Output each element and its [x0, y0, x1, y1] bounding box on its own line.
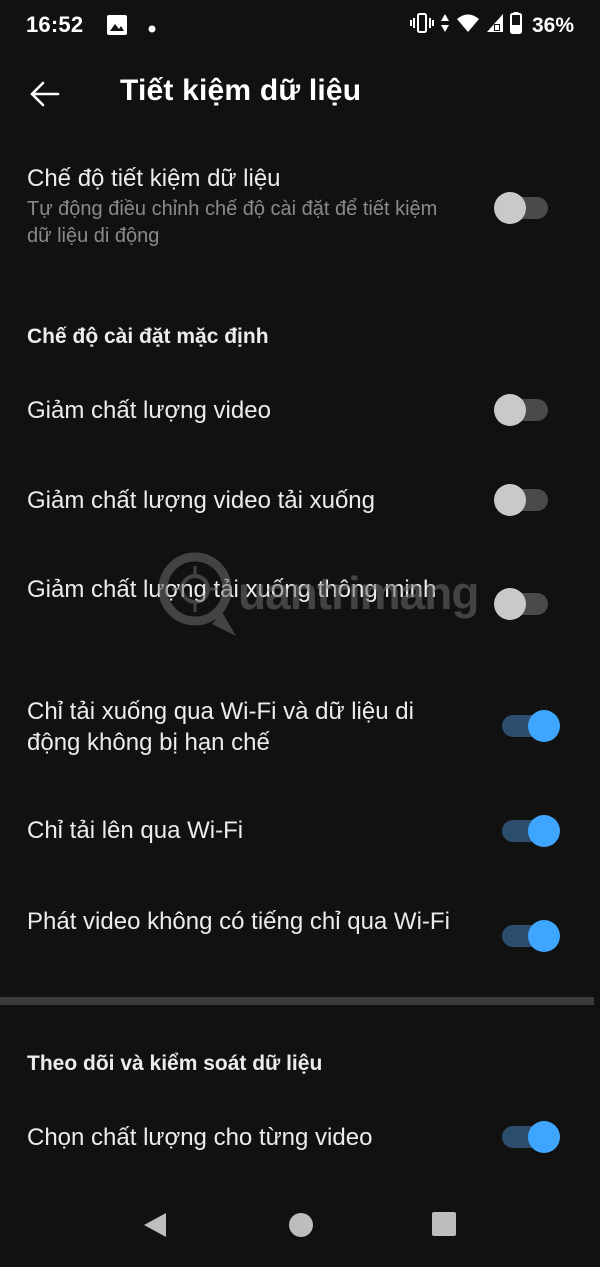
setting-label: Chỉ tải xuống qua Wi-Fi và dữ liệu di độ… — [27, 698, 414, 756]
status-right: 36% — [409, 12, 574, 39]
smart-download-quality-toggle[interactable] — [494, 584, 560, 624]
reduce-video-quality-toggle[interactable] — [494, 390, 560, 430]
battery-icon — [509, 12, 522, 39]
section-header-default-settings: Chế độ cài đặt mặc định — [27, 325, 269, 348]
navigation-bar — [0, 1180, 600, 1267]
data-saver-row[interactable]: Chế độ tiết kiệm dữ liệu Tự động điều ch… — [0, 160, 600, 260]
setting-row-upload-wifi-only[interactable]: Chỉ tải lên qua Wi-Fi — [0, 800, 600, 860]
setting-label: Chọn chất lượng cho từng video — [27, 1124, 373, 1151]
upload-wifi-only-toggle[interactable] — [494, 811, 560, 851]
back-triangle-icon[interactable] — [140, 1210, 170, 1245]
setting-label: Chỉ tải lên qua Wi-Fi — [27, 817, 244, 844]
page-title: Tiết kiệm dữ liệu — [120, 74, 362, 107]
per-video-quality-toggle[interactable] — [494, 1117, 560, 1157]
recents-square-icon[interactable] — [430, 1210, 458, 1243]
dot-icon — [148, 20, 156, 38]
home-circle-icon[interactable] — [286, 1210, 316, 1245]
section-header-monitor-data: Theo dõi và kiểm soát dữ liệu — [27, 1052, 323, 1075]
setting-row-reduce-download-quality[interactable]: Giảm chất lượng video tải xuống — [0, 470, 600, 530]
status-time: 16:52 — [26, 12, 84, 37]
setting-label: Giảm chất lượng video — [27, 397, 271, 424]
wifi-icon — [456, 13, 480, 38]
data-saver-description: Tự động điều chỉnh chế độ cài đặt để tiế… — [27, 198, 438, 247]
app-bar: Tiết kiệm dữ liệu — [0, 52, 600, 134]
image-icon — [106, 14, 128, 41]
muted-playback-wifi-toggle[interactable] — [494, 916, 560, 956]
setting-label: Phát video không có tiếng chỉ qua Wi-Fi — [27, 908, 450, 935]
setting-label: Giảm chất lượng video tải xuống — [27, 487, 375, 514]
battery-percentage: 36% — [531, 13, 574, 37]
arrow-left-icon[interactable] — [24, 74, 64, 114]
setting-row-muted-playback-wifi[interactable]: Phát video không có tiếng chỉ qua Wi-Fi — [0, 900, 600, 970]
vibrate-icon — [409, 12, 434, 39]
setting-row-reduce-video-quality[interactable]: Giảm chất lượng video — [0, 380, 600, 440]
section-divider — [0, 997, 594, 1005]
data-saver-toggle[interactable] — [494, 188, 560, 228]
setting-row-download-wifi-only[interactable]: Chỉ tải xuống qua Wi-Fi và dữ liệu di độ… — [0, 690, 600, 760]
data-saver-label: Chế độ tiết kiệm dữ liệu — [27, 165, 281, 192]
setting-label: Giảm chất lượng tải xuống thông minh — [27, 576, 437, 603]
signal-icon — [486, 13, 504, 38]
setting-row-per-video-quality[interactable]: Chọn chất lượng cho từng video — [0, 1107, 600, 1167]
setting-row-smart-download-quality[interactable]: Giảm chất lượng tải xuống thông minh — [0, 570, 600, 640]
status-bar: 16:52 36% — [0, 0, 600, 52]
data-arrows-icon — [440, 12, 450, 39]
reduce-download-quality-toggle[interactable] — [494, 480, 560, 520]
download-wifi-only-toggle[interactable] — [494, 706, 560, 746]
